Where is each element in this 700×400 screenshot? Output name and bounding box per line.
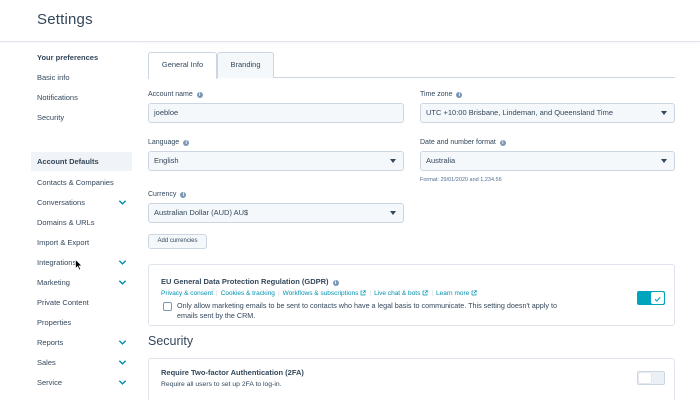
- twofa-description: Require all users to set up 2FA to log-i…: [161, 381, 282, 388]
- gdpr-toggle[interactable]: [637, 291, 665, 305]
- sidebar-item-reports[interactable]: Reports: [31, 333, 132, 352]
- caret-down-icon: [661, 111, 667, 115]
- chevron-down-icon[interactable]: [118, 358, 127, 367]
- sidebar-item-conversations[interactable]: Conversations: [31, 193, 132, 212]
- gdpr-checkbox-text: Only allow marketing emails to be sent t…: [177, 301, 617, 321]
- gdpr-legal-basis-checkbox[interactable]: [163, 302, 172, 311]
- gdpr-checkbox-text-line1: Only allow marketing emails to be sent t…: [177, 301, 557, 310]
- currency-select[interactable]: Australian Dollar (AUD) AU$: [148, 203, 404, 223]
- sidebar-item-marketing[interactable]: Marketing: [31, 273, 132, 292]
- gdpr-card: EU General Data Protection Regulation (G…: [148, 264, 675, 326]
- sidebar-item-label: Sales: [37, 358, 56, 367]
- top-header: Settings: [0, 0, 700, 42]
- account-name-input[interactable]: joebloe: [148, 103, 404, 123]
- sidebar-heading-preferences: Your preferences: [37, 53, 99, 62]
- date-format-helper: Format: 29/01/2020 and 1,234.56: [420, 177, 502, 183]
- sidebar-item-label: Service: [37, 378, 63, 387]
- check-icon: [654, 296, 661, 302]
- account-name-label: Account name i: [148, 91, 203, 98]
- sidebar-item-basic-info[interactable]: Basic info: [31, 68, 132, 87]
- caret-down-icon: [661, 159, 667, 163]
- gdpr-checkbox-text-line2: emails sent by the CRM.: [177, 311, 256, 320]
- info-icon[interactable]: i: [183, 140, 190, 146]
- info-icon[interactable]: i: [456, 92, 463, 98]
- external-link-icon: [471, 290, 477, 296]
- chevron-down-icon[interactable]: [118, 198, 127, 207]
- date-format-value: Australia: [426, 156, 456, 165]
- tab-bar: General Info Branding: [148, 52, 675, 79]
- sidebar-item-service[interactable]: Service: [31, 373, 132, 392]
- sidebar-item-private-content[interactable]: Private Content: [31, 293, 132, 312]
- gdpr-links: Privacy & consent | Cookies & tracking | Wor…: [161, 290, 477, 297]
- chevron-down-icon[interactable]: [118, 378, 127, 387]
- info-icon[interactable]: i: [196, 92, 203, 98]
- gdpr-title: EU General Data Protection Regulation (G…: [161, 277, 339, 286]
- language-label-text: Language: [148, 139, 180, 146]
- privacy-consent-link[interactable]: Privacy & consent: [161, 290, 213, 297]
- account-name-label-text: Account name: [148, 91, 193, 98]
- sidebar-item-label: Marketing: [37, 278, 70, 287]
- main-content: General Info Branding Account name i joeb…: [148, 52, 675, 400]
- twofa-card: Require Two-factor Authentication (2FA) …: [148, 358, 675, 400]
- time-zone-select[interactable]: UTC +10:00 Brisbane, Lindeman, and Queen…: [420, 103, 675, 123]
- tab-general-info[interactable]: General Info: [148, 52, 217, 79]
- mouse-cursor-icon: [75, 259, 83, 271]
- date-format-label: Date and number format i: [420, 139, 506, 146]
- sidebar-item-notifications[interactable]: Notifications: [31, 88, 132, 107]
- sidebar-item-contacts-companies[interactable]: Contacts & Companies: [31, 173, 132, 192]
- language-select[interactable]: English: [148, 151, 404, 171]
- settings-sidebar: Your preferences Basic info Notification…: [0, 43, 140, 400]
- security-section-title: Security: [148, 334, 194, 348]
- toggle-knob: [651, 292, 664, 304]
- link-text: Live chat & bots: [374, 290, 421, 297]
- language-value: English: [154, 156, 179, 165]
- sidebar-item-import-export[interactable]: Import & Export: [31, 233, 132, 252]
- external-link-icon: [361, 290, 367, 296]
- info-icon[interactable]: i: [332, 280, 339, 286]
- sidebar-item-security[interactable]: Security: [31, 108, 132, 127]
- sidebar-item-label: Reports: [37, 338, 64, 347]
- chevron-down-icon[interactable]: [118, 258, 127, 267]
- workflows-subscriptions-link[interactable]: Workflows & subscriptions: [283, 290, 367, 297]
- sidebar-item-label: Conversations: [37, 198, 85, 207]
- sidebar-item-sales[interactable]: Sales: [31, 353, 132, 372]
- sidebar-item-account-defaults[interactable]: Account Defaults: [31, 152, 132, 171]
- date-format-label-text: Date and number format: [420, 139, 496, 146]
- chevron-down-icon[interactable]: [118, 338, 127, 347]
- twofa-title: Require Two-factor Authentication (2FA): [161, 368, 304, 377]
- cookies-tracking-link[interactable]: Cookies & tracking: [221, 290, 275, 297]
- sidebar-item-domains-urls[interactable]: Domains & URLs: [31, 213, 132, 232]
- sidebar-item-label: Integrations: [37, 258, 77, 267]
- link-separator: |: [277, 290, 280, 297]
- currency-value: Australian Dollar (AUD) AU$: [154, 208, 249, 217]
- gdpr-title-text: EU General Data Protection Regulation (G…: [161, 277, 329, 286]
- link-separator: |: [431, 290, 434, 297]
- link-separator: |: [369, 290, 372, 297]
- time-zone-label: Time zone i: [420, 91, 463, 98]
- link-separator: |: [216, 290, 218, 297]
- page-title: Settings: [37, 11, 93, 28]
- caret-down-icon: [390, 211, 396, 215]
- currency-label: Currency i: [148, 191, 187, 198]
- sidebar-item-properties[interactable]: Properties: [31, 313, 132, 332]
- language-label: Language i: [148, 139, 190, 146]
- tab-branding[interactable]: Branding: [217, 52, 274, 78]
- toggle-knob: [639, 373, 651, 383]
- link-text: Learn more: [436, 290, 470, 297]
- currency-label-text: Currency: [148, 191, 177, 198]
- twofa-toggle[interactable]: [637, 371, 665, 385]
- link-text: Workflows & subscriptions: [282, 290, 359, 297]
- info-icon[interactable]: i: [180, 192, 187, 198]
- caret-down-icon: [390, 159, 396, 163]
- time-zone-label-text: Time zone: [420, 91, 453, 98]
- time-zone-value: UTC +10:00 Brisbane, Lindeman, and Queen…: [426, 108, 613, 117]
- date-format-select[interactable]: Australia: [420, 151, 675, 171]
- learn-more-link[interactable]: Learn more: [436, 290, 477, 297]
- add-currencies-button[interactable]: Add currencies: [148, 234, 207, 249]
- live-chat-bots-link[interactable]: Live chat & bots: [374, 290, 428, 297]
- external-link-icon: [422, 290, 428, 296]
- info-icon[interactable]: i: [499, 140, 506, 146]
- chevron-down-icon[interactable]: [118, 278, 127, 287]
